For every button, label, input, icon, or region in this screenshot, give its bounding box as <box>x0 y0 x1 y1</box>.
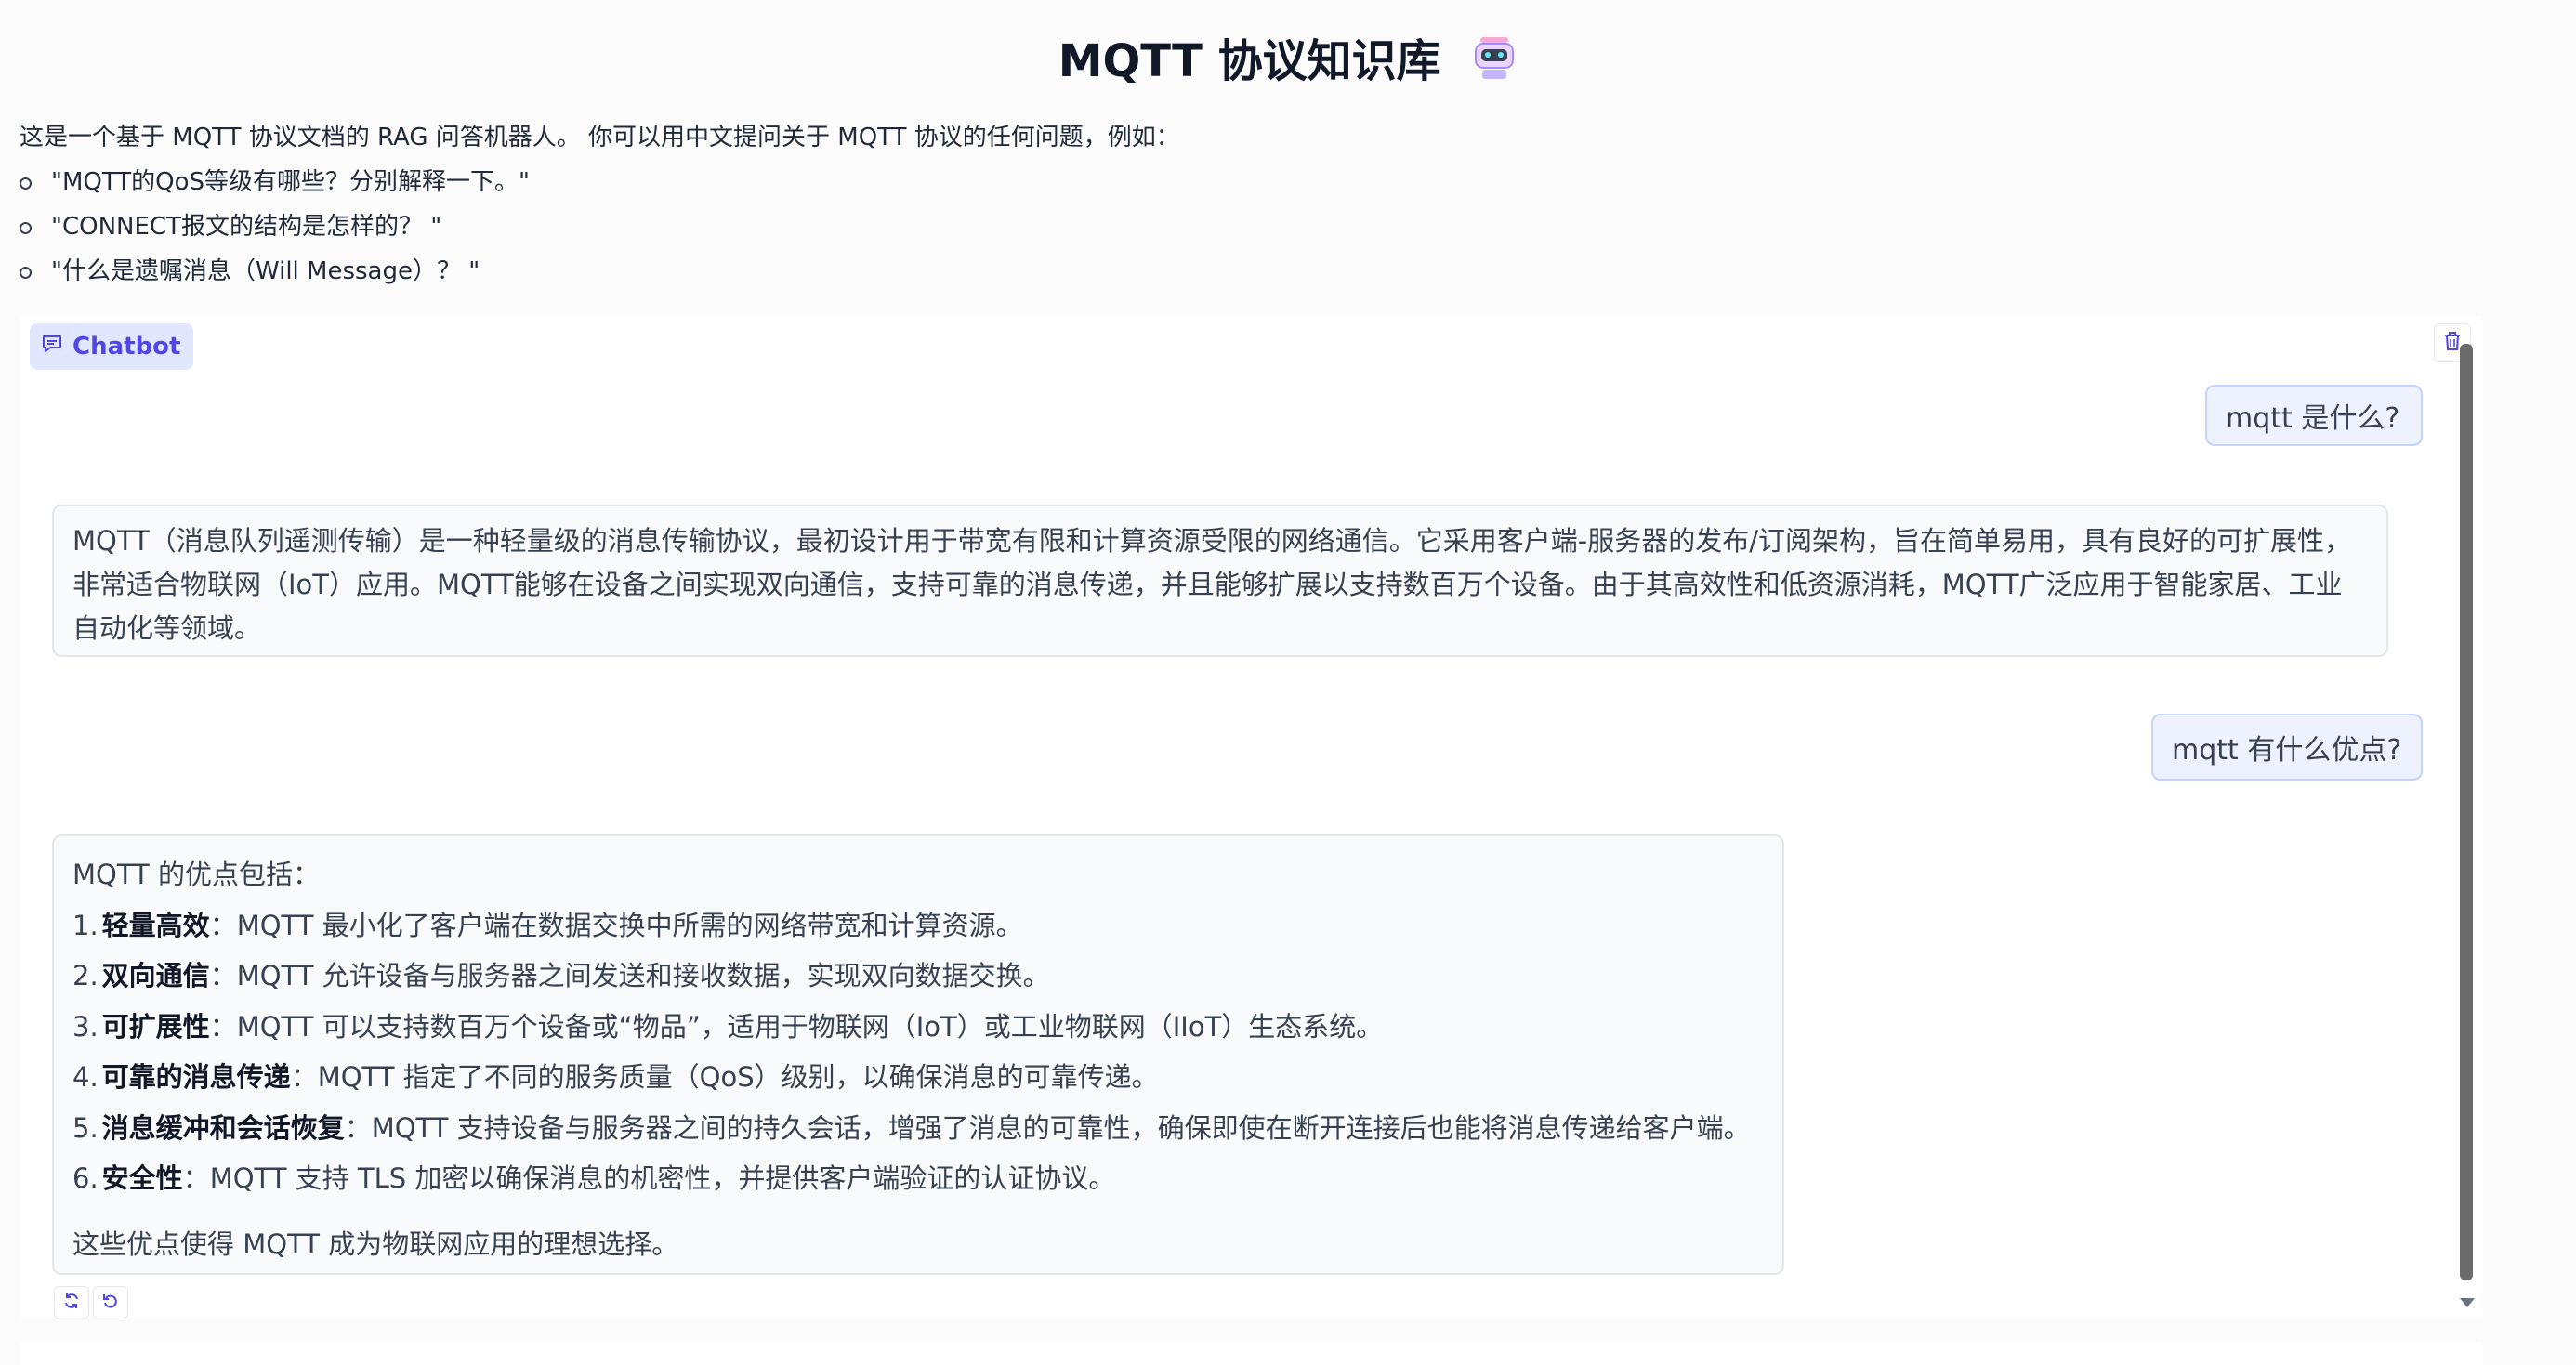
input-area-edge <box>20 1342 2482 1365</box>
chatbot-panel: Chatbot mqtt 是什么? MQTT（消息队列遥测传输）是一种轻量级的消… <box>20 316 2482 1319</box>
advantages-list: 1. 轻量高效：MQTT 最小化了客户端在数据交换中所需的网络带宽和计算资源。 2… <box>72 900 1764 1204</box>
bot-message: MQTT（消息队列遥测传输）是一种轻量级的消息传输协议，最初设计用于带宽有限和计… <box>52 505 2388 657</box>
list-item-title: 安全性 <box>101 1162 183 1194</box>
list-item: 5. 消息缓冲和会话恢复：MQTT 支持设备与服务器之间的持久会话，增强了消息的可… <box>72 1103 1764 1154</box>
list-item-text: ：MQTT 指定了不同的服务质量（QoS）级别，以确保消息的可靠传递。 <box>290 1061 1159 1093</box>
bot-message-outro: 这些优点使得 MQTT 成为物联网应用的理想选择。 <box>72 1227 679 1260</box>
chat-scrollbar[interactable] <box>2460 344 2473 1280</box>
list-item: 3. 可扩展性：MQTT 可以支持数百万个设备或“物品”，适用于物联网（IoT）或… <box>72 1002 1764 1053</box>
list-item-text: ：MQTT 允许设备与服务器之间发送和接收数据，实现双向数据交换。 <box>209 960 1050 991</box>
retry-button[interactable] <box>54 1286 89 1319</box>
list-item: 2. 双向通信：MQTT 允许设备与服务器之间发送和接收数据，实现双向数据交换。 <box>72 951 1764 1002</box>
list-item-number: 3. <box>72 1010 99 1043</box>
page-title: MQTT 协议知识库 <box>0 33 2576 94</box>
message-actions <box>54 1286 128 1319</box>
chatbot-label-text: Chatbot <box>72 333 181 361</box>
bot-message-intro: MQTT 的优点包括： <box>72 859 320 890</box>
list-item-text: ：MQTT 支持设备与服务器之间的持久会话，增强了消息的可靠性，确保即使在断开连… <box>344 1111 1751 1144</box>
list-item-text: ：MQTT 可以支持数百万个设备或“物品”，适用于物联网（IoT）或工业物联网（… <box>209 1010 1384 1043</box>
retry-icon <box>62 1292 81 1314</box>
chatbot-label: Chatbot <box>30 323 194 370</box>
list-item-title: 可扩展性 <box>101 1010 210 1043</box>
list-item-number: 5. <box>72 1111 99 1144</box>
list-item-number: 6. <box>72 1162 99 1194</box>
trash-icon <box>2443 331 2462 355</box>
list-item-number: 1. <box>72 909 99 941</box>
chevron-down-icon[interactable] <box>2459 1295 2476 1313</box>
list-item-title: 可靠的消息传递 <box>101 1061 291 1093</box>
example-item: "MQTT的QoS等级有哪些？分别解释一下。" <box>20 160 1180 204</box>
list-item: 6. 安全性：MQTT 支持 TLS 加密以确保消息的机密性，并提供客户端验证的认… <box>72 1153 1764 1204</box>
list-item-title: 双向通信 <box>101 960 210 991</box>
robot-icon <box>1471 34 1518 94</box>
list-item-title: 消息缓冲和会话恢复 <box>101 1111 345 1144</box>
user-message: mqtt 是什么? <box>2205 385 2423 446</box>
list-item-number: 2. <box>72 960 99 991</box>
user-message-text: mqtt 是什么? <box>2226 402 2400 435</box>
description-intro: 这是一个基于 MQTT 协议文档的 RAG 问答机器人。 你可以用中文提问关于 … <box>20 124 1180 151</box>
example-list: "MQTT的QoS等级有哪些？分别解释一下。" "CONNECT报文的结构是怎样… <box>20 160 1180 294</box>
chat-icon <box>41 333 63 361</box>
description: 这是一个基于 MQTT 协议文档的 RAG 问答机器人。 你可以用中文提问关于 … <box>20 115 1180 294</box>
list-item-text: ：MQTT 最小化了客户端在数据交换中所需的网络带宽和计算资源。 <box>209 909 1023 941</box>
undo-button[interactable] <box>93 1286 128 1319</box>
list-item-title: 轻量高效 <box>101 909 210 941</box>
list-item-text: ：MQTT 支持 TLS 加密以确保消息的机密性，并提供客户端验证的认证协议。 <box>182 1162 1116 1194</box>
bot-message-text: MQTT（消息队列遥测传输）是一种轻量级的消息传输协议，最初设计用于带宽有限和计… <box>72 525 2352 644</box>
user-message: mqtt 有什么优点? <box>2151 714 2423 781</box>
page-title-text: MQTT 协议知识库 <box>1058 35 1441 87</box>
example-item: "什么是遗嘱消息（Will Message）？ " <box>20 249 1180 294</box>
list-item-number: 4. <box>72 1061 99 1093</box>
bot-message: MQTT 的优点包括： 1. 轻量高效：MQTT 最小化了客户端在数据交换中所需的… <box>52 834 1784 1275</box>
undo-icon <box>101 1292 120 1314</box>
list-item: 4. 可靠的消息传递：MQTT 指定了不同的服务质量（QoS）级别，以确保消息的可… <box>72 1052 1764 1103</box>
list-item: 1. 轻量高效：MQTT 最小化了客户端在数据交换中所需的网络带宽和计算资源。 <box>72 900 1764 952</box>
example-item: "CONNECT报文的结构是怎样的？ " <box>20 204 1180 249</box>
user-message-text: mqtt 有什么优点? <box>2172 734 2402 767</box>
